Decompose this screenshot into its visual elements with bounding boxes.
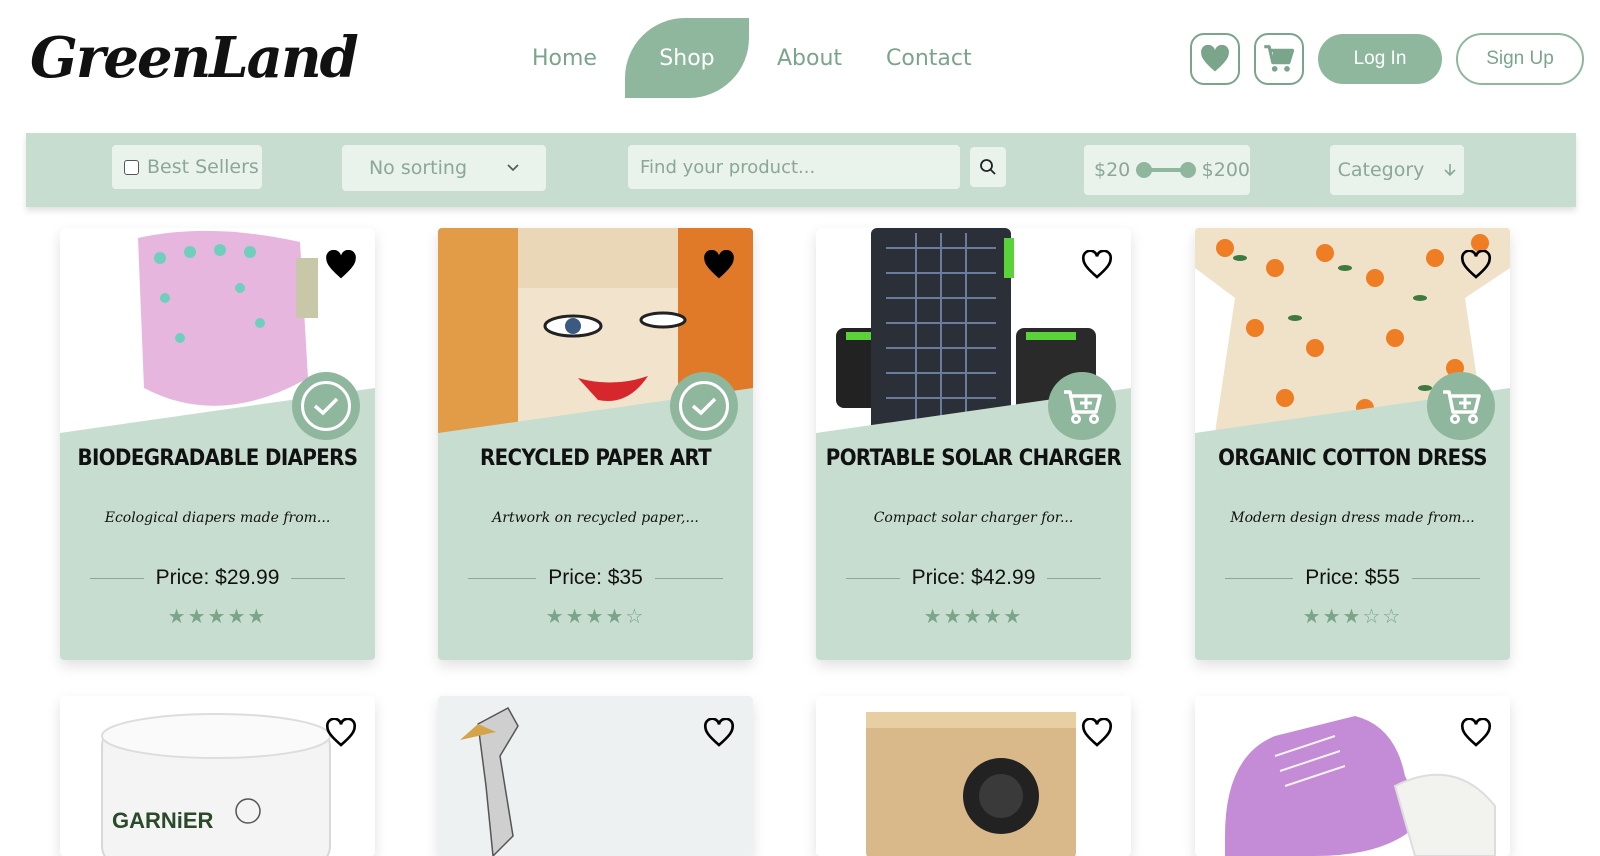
login-button[interactable]: Log In [1318,34,1442,84]
product-price: Price: $42.99 [911,566,1036,589]
product-card[interactable]: GARNiER [60,696,375,856]
search-input[interactable] [628,145,960,189]
product-title: PORTABLE SOLAR CHARGER [825,446,1122,471]
product-price: Price: $35 [548,566,643,589]
price-slider-max-handle[interactable] [1179,162,1196,178]
brand-logo[interactable]: GreenLand [18,18,359,98]
product-price-row: Price: $42.99 [846,566,1101,590]
heart-outline-icon[interactable] [1460,718,1492,748]
nav-about[interactable]: About [755,18,864,98]
divider [1411,577,1480,579]
product-card[interactable]: ORGANIC COTTON DRESS Modern design dress… [1195,228,1510,660]
divider [1047,577,1101,579]
heart-outline-icon[interactable] [1081,250,1113,280]
heart-outline-icon[interactable] [325,718,357,748]
star-filled-icon: ★★★★★ [923,604,1024,628]
product-description: Ecological diapers made from... [104,510,331,526]
product-price-row: Price: $55 [1225,566,1480,590]
product-card[interactable]: PORTABLE SOLAR CHARGER Compact solar cha… [816,228,1131,660]
filter-bar: Best Sellers No sorting $20 $200 Categor… [26,133,1576,207]
divider [90,577,144,579]
product-card[interactable] [1195,696,1510,856]
price-range-filter: $20 $200 [1084,145,1250,195]
site-header: GreenLand Home Shop About Contact Log In… [0,0,1600,120]
divider [846,577,900,579]
product-card[interactable] [816,696,1131,856]
in-cart-check-button[interactable] [292,372,360,440]
heart-icon[interactable] [703,250,735,280]
product-price-row: Price: $35 [468,566,723,590]
check-ring [301,381,351,431]
wishlist-button[interactable] [1190,33,1240,85]
star-empty-icon: ☆☆ [1362,604,1403,628]
star-empty-icon: ☆ [625,604,646,628]
check-icon [313,397,339,416]
nav-contact[interactable]: Contact [864,18,994,98]
product-title: BIODEGRADABLE DIAPERS [77,446,359,471]
product-title: ORGANIC COTTON DRESS [1218,446,1487,471]
product-price: Price: $55 [1305,566,1400,589]
add-to-cart-button[interactable] [1427,372,1495,440]
price-min: $20 [1094,159,1131,181]
divider [468,577,537,579]
brand-name: GreenLand [30,25,359,91]
product-title: RECYCLED PAPER ART [479,446,712,471]
divider [654,577,723,579]
in-cart-check-button[interactable] [670,372,738,440]
star-filled-icon: ★★★★★ [167,604,268,628]
divider [291,577,345,579]
best-sellers-label: Best Sellers [147,156,259,178]
star-filled-icon: ★★★★ [545,604,626,628]
heart-outline-icon[interactable] [1081,718,1113,748]
sorting-select[interactable]: No sorting [342,145,546,191]
nav-shop[interactable]: Shop [624,18,749,98]
cart-icon [1264,45,1295,72]
heart-outline-icon[interactable] [703,718,735,748]
nav-home[interactable]: Home [510,18,619,98]
best-sellers-checkbox[interactable] [124,159,139,175]
heart-outline-icon[interactable] [1460,250,1492,280]
star-filled-icon: ★★★ [1302,604,1363,628]
product-image-label: GARNiER [112,808,214,833]
product-description: Compact solar charger for... [873,510,1074,526]
product-price: Price: $29.99 [155,566,280,589]
main-nav: Home Shop About Contact [510,18,994,98]
cart-add-icon [1064,390,1102,424]
heart-icon [1201,45,1229,72]
product-description: Artwork on recycled paper,... [492,510,699,526]
search-button[interactable] [970,147,1006,187]
check-ring [679,381,729,431]
product-card[interactable]: RECYCLED PAPER ART Artwork on recycled p… [438,228,753,660]
product-price-row: Price: $29.99 [90,566,345,590]
star-rating: ★★★☆☆ [1195,604,1510,628]
product-description: Modern design dress made from... [1230,510,1475,526]
add-to-cart-button[interactable] [1048,372,1116,440]
star-rating: ★★★★★ [816,604,1131,628]
search-icon [980,159,996,175]
arrow-down-icon [1444,164,1456,177]
category-filter[interactable]: Category [1330,145,1464,195]
star-rating: ★★★★☆ [438,604,753,628]
price-slider-min-handle[interactable] [1136,162,1153,178]
heart-icon[interactable] [325,250,357,280]
product-card[interactable] [438,696,753,856]
product-card[interactable]: BIODEGRADABLE DIAPERS Ecological diapers… [60,228,375,660]
category-label: Category [1337,159,1425,181]
check-icon [691,397,717,416]
price-max: $200 [1201,159,1250,181]
cart-button[interactable] [1254,33,1304,85]
star-rating: ★★★★★ [60,604,375,628]
chevron-down-icon [507,164,519,172]
cart-add-icon [1443,390,1481,424]
best-sellers-filter[interactable]: Best Sellers [112,145,262,189]
divider [1225,577,1294,579]
signup-button[interactable]: Sign Up [1456,33,1584,85]
price-slider[interactable] [1136,160,1196,180]
header-actions: Log In Sign Up [1190,33,1584,85]
sorting-selected-value: No sorting [368,157,468,179]
